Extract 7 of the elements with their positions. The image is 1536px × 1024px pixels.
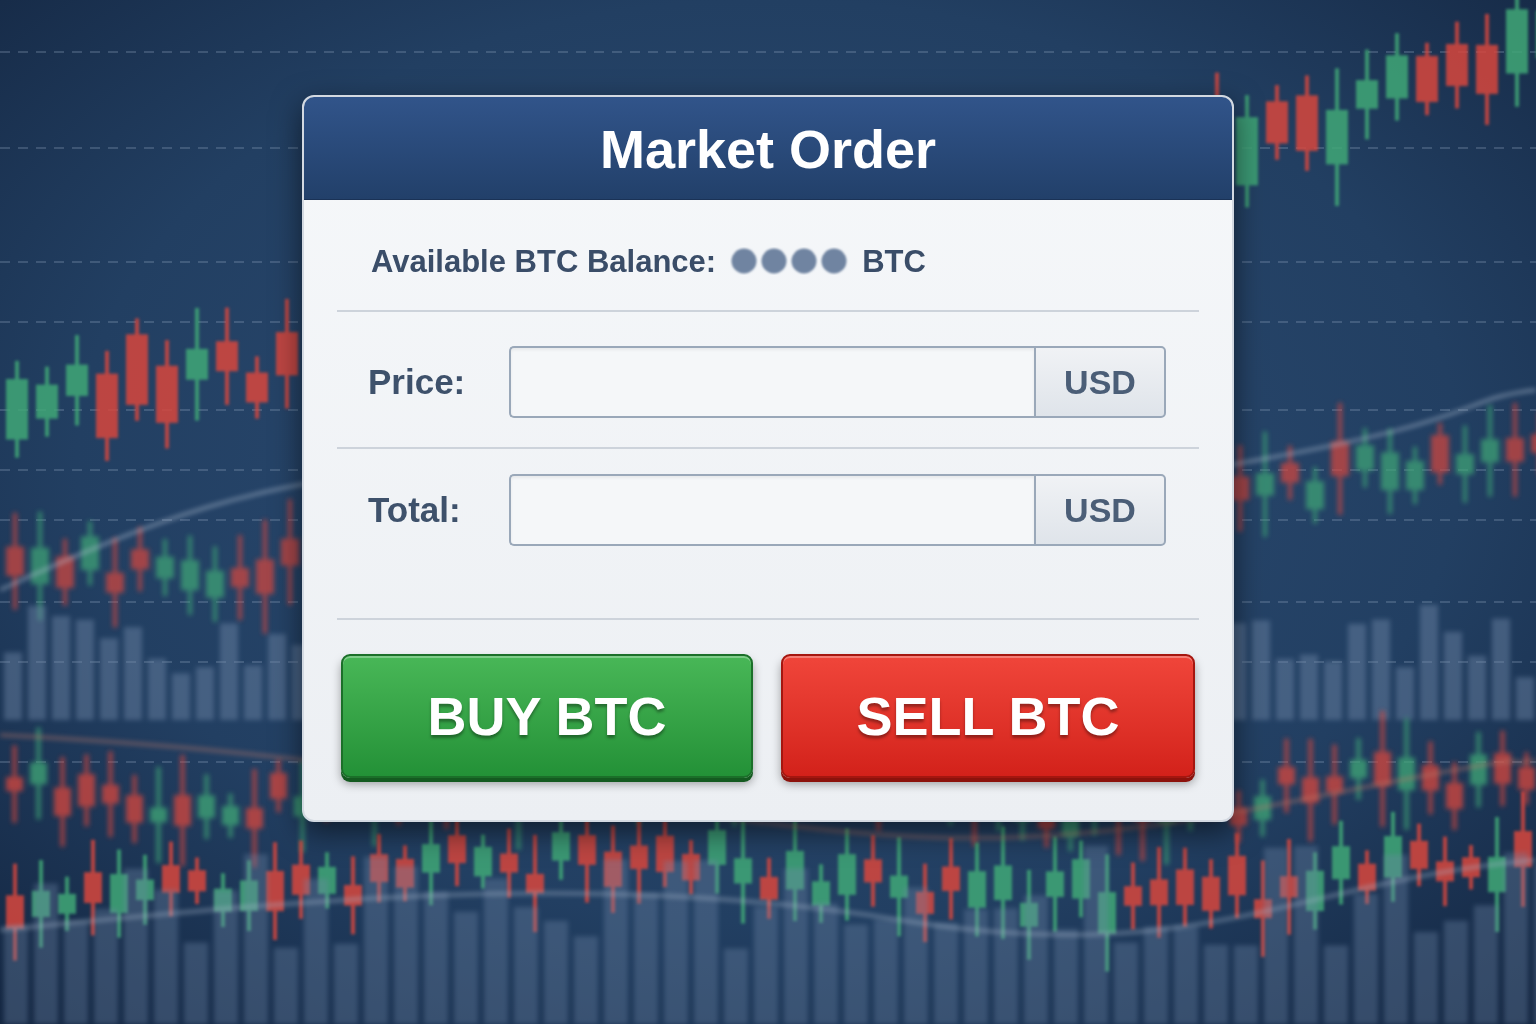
currency-unit: USD (1034, 346, 1166, 418)
dialog-title: Market Order (599, 120, 937, 176)
currency-unit: USD (1034, 474, 1166, 546)
field-label: Total: (368, 488, 462, 531)
field-label: Price: (368, 360, 467, 403)
balance-unit: BTC (862, 245, 926, 277)
balance-label: Available BTC Balance: (371, 245, 717, 277)
